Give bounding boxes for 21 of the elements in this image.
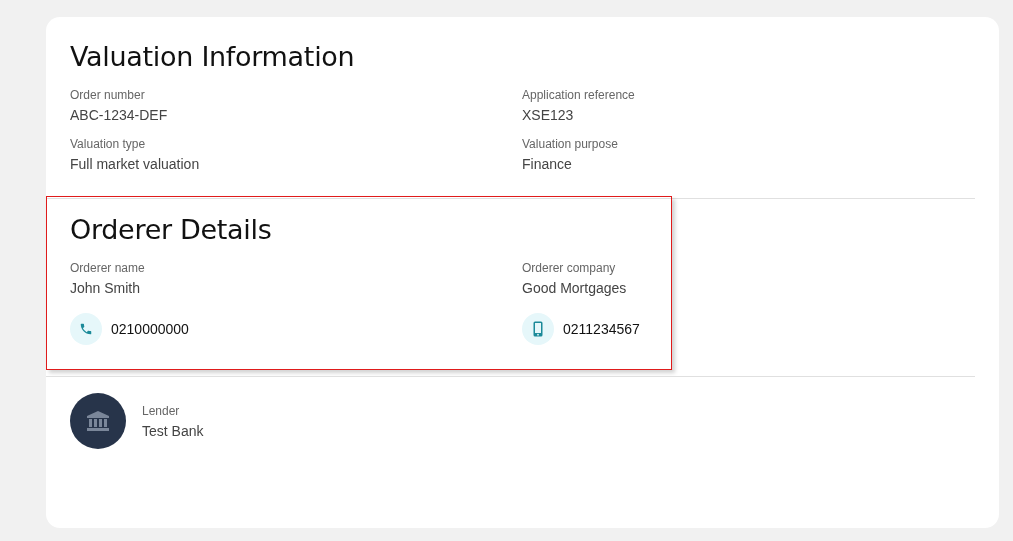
field-label: Orderer company bbox=[522, 261, 617, 275]
field-label: Lender bbox=[142, 403, 181, 418]
field-value: Test Bank bbox=[142, 422, 204, 439]
field-label: Application reference bbox=[522, 88, 636, 102]
field-label: Valuation purpose bbox=[522, 137, 619, 151]
field-value: XSE123 bbox=[522, 107, 575, 123]
field-value: ABC-1234-DEF bbox=[70, 107, 169, 123]
bank-icon bbox=[87, 411, 109, 431]
mobile-phone-icon bbox=[533, 321, 543, 337]
phone-number: 0211234567 bbox=[563, 321, 640, 337]
field-label: Valuation type bbox=[70, 137, 147, 151]
phone-number: 0210000000 bbox=[111, 321, 189, 337]
field-value: Finance bbox=[522, 156, 573, 172]
field-value: Full market valuation bbox=[70, 156, 201, 172]
field-label: Order number bbox=[70, 88, 146, 102]
field-value: John Smith bbox=[70, 280, 142, 296]
field-label: Orderer name bbox=[70, 261, 146, 275]
field-value: Good Mortgages bbox=[522, 280, 628, 296]
phone-icon bbox=[79, 322, 93, 336]
section-title: Valuation Information bbox=[70, 41, 356, 72]
section-title: Orderer Details bbox=[70, 214, 273, 245]
